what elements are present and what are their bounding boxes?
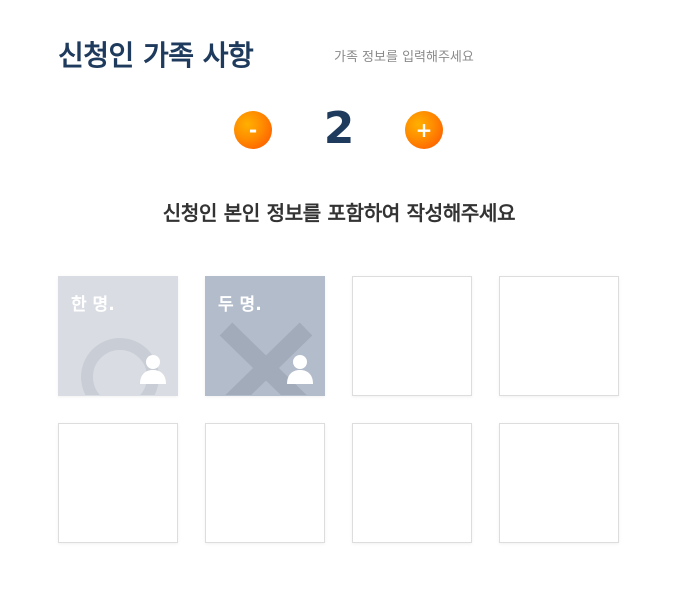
member-card-6[interactable]	[205, 423, 325, 543]
member-card-7[interactable]	[352, 423, 472, 543]
page-subtitle: 가족 정보를 입력해주세요	[334, 50, 474, 65]
person-icon	[287, 355, 313, 384]
member-card-5[interactable]	[58, 423, 178, 543]
member-card-2[interactable]: 두 명.	[205, 276, 325, 396]
decrease-count-button[interactable]: -	[234, 111, 272, 149]
page-title: 신청인 가족 사항	[58, 39, 254, 72]
person-icon	[140, 355, 166, 384]
member-card-label: 두 명.	[218, 295, 262, 315]
member-card-4[interactable]	[499, 276, 619, 396]
member-card-1[interactable]: 한 명.	[58, 276, 178, 396]
instruction-text: 신청인 본인 정보를 포함하여 작성해주세요	[162, 201, 516, 225]
member-count: 2	[323, 103, 355, 154]
member-card-8[interactable]	[499, 423, 619, 543]
member-card-label: 한 명.	[71, 295, 115, 315]
increase-count-button[interactable]: +	[405, 111, 443, 149]
member-card-3[interactable]	[352, 276, 472, 396]
family-info-page: 신청인 가족 사항 가족 정보를 입력해주세요 - 2 + 신청인 본인 정보를…	[0, 0, 678, 600]
